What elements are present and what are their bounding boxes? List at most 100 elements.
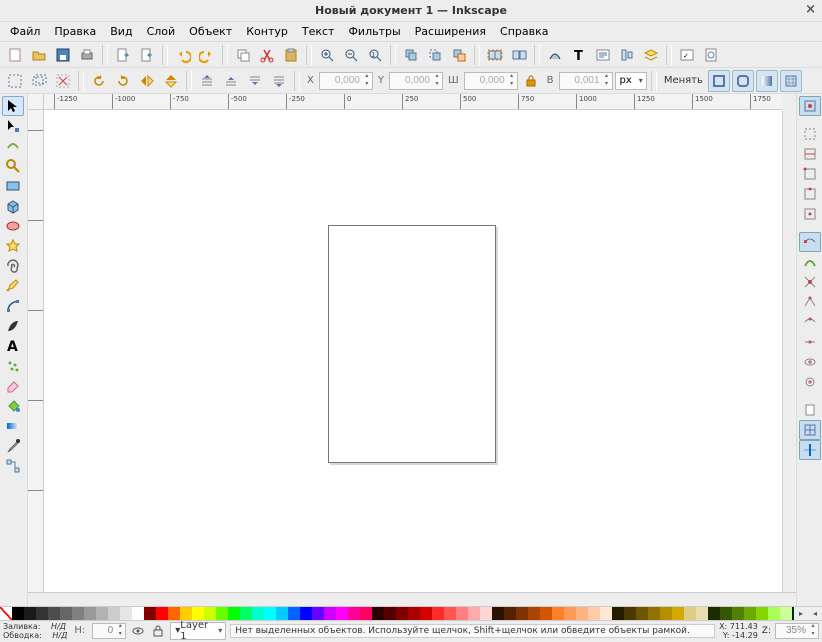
swatch[interactable] <box>684 607 696 620</box>
menu-layer[interactable]: Слой <box>141 23 182 40</box>
menu-text[interactable]: Текст <box>296 23 341 40</box>
snap-grid-button[interactable] <box>799 420 821 440</box>
ruler-horizontal[interactable]: -1250 -1000 -750 -500 -250 0 250 500 750… <box>44 94 782 110</box>
select-all-button[interactable] <box>4 70 26 92</box>
menu-path[interactable]: Контур <box>240 23 294 40</box>
swatch[interactable] <box>516 607 528 620</box>
affect-gradient-button[interactable] <box>756 70 778 92</box>
lock-aspect-button[interactable] <box>520 70 542 92</box>
swatch[interactable] <box>84 607 96 620</box>
rotate-cw-button[interactable] <box>112 70 134 92</box>
swatch-none[interactable] <box>0 607 12 620</box>
undo-button[interactable] <box>172 44 194 66</box>
ungroup-button[interactable] <box>508 44 530 66</box>
swatch[interactable] <box>528 607 540 620</box>
close-icon[interactable]: × <box>805 2 816 17</box>
swatch[interactable] <box>48 607 60 620</box>
tweak-tool[interactable] <box>2 136 24 156</box>
snap-path-button[interactable] <box>799 252 821 272</box>
select-all-layers-button[interactable] <box>28 70 50 92</box>
flip-h-button[interactable] <box>136 70 158 92</box>
swatch[interactable] <box>264 607 276 620</box>
layer-lock-icon[interactable] <box>150 623 166 639</box>
swatch[interactable] <box>756 607 768 620</box>
y-input[interactable]: ▴▾ <box>389 72 443 90</box>
swatch[interactable] <box>636 607 648 620</box>
swatch[interactable] <box>672 607 684 620</box>
export-button[interactable] <box>136 44 158 66</box>
spray-tool[interactable] <box>2 356 24 376</box>
bezier-tool[interactable] <box>2 296 24 316</box>
snap-midpoint-button[interactable] <box>799 332 821 352</box>
snap-bbox-corner-button[interactable] <box>799 164 821 184</box>
swatch[interactable] <box>480 607 492 620</box>
swatch[interactable] <box>348 607 360 620</box>
copy-button[interactable] <box>232 44 254 66</box>
deselect-button[interactable] <box>52 70 74 92</box>
swatch[interactable] <box>564 607 576 620</box>
swatch[interactable] <box>720 607 732 620</box>
swatch[interactable] <box>96 607 108 620</box>
swatch[interactable] <box>36 607 48 620</box>
swatch[interactable] <box>252 607 264 620</box>
swatch[interactable] <box>12 607 24 620</box>
dropper-tool[interactable] <box>2 436 24 456</box>
swatch[interactable] <box>180 607 192 620</box>
swatch[interactable] <box>552 607 564 620</box>
swatch[interactable] <box>216 607 228 620</box>
zoom-out-button[interactable] <box>340 44 362 66</box>
text-tool[interactable]: A <box>2 336 24 356</box>
swatch[interactable] <box>432 607 444 620</box>
snap-cusp-button[interactable] <box>799 292 821 312</box>
zoom-in-button[interactable] <box>316 44 338 66</box>
affect-corners-button[interactable] <box>732 70 754 92</box>
swatch[interactable] <box>300 607 312 620</box>
swatch[interactable] <box>504 607 516 620</box>
align-button[interactable] <box>616 44 638 66</box>
redo-button[interactable] <box>196 44 218 66</box>
fill-stroke-indicator[interactable]: Заливка: Н/Д Обводка: Н/Д <box>3 622 67 640</box>
snap-bbox-button[interactable] <box>799 124 821 144</box>
snap-bbox-midpoint-button[interactable] <box>799 184 821 204</box>
clone-button[interactable] <box>424 44 446 66</box>
snap-enable-button[interactable] <box>799 96 821 116</box>
box3d-tool[interactable] <box>2 196 24 216</box>
swatch[interactable] <box>600 607 612 620</box>
swatch[interactable] <box>120 607 132 620</box>
text-dialog-button[interactable]: T <box>568 44 590 66</box>
palette-menu-icon[interactable]: ◂ <box>808 607 822 620</box>
save-button[interactable] <box>52 44 74 66</box>
swatch[interactable] <box>276 607 288 620</box>
lower-bottom-button[interactable] <box>268 70 290 92</box>
calligraphy-tool[interactable] <box>2 316 24 336</box>
scrollbar-vertical[interactable] <box>782 110 796 592</box>
menu-extensions[interactable]: Расширения <box>409 23 492 40</box>
swatch[interactable] <box>24 607 36 620</box>
x-input[interactable]: ▴▾ <box>319 72 373 90</box>
swatch[interactable] <box>468 607 480 620</box>
lower-button[interactable] <box>244 70 266 92</box>
unit-select[interactable]: px <box>615 72 647 90</box>
snap-rotation-button[interactable] <box>799 372 821 392</box>
canvas[interactable] <box>44 110 782 592</box>
swatch[interactable] <box>108 607 120 620</box>
snap-bbox-edge-button[interactable] <box>799 144 821 164</box>
layers-button[interactable] <box>640 44 662 66</box>
affect-stroke-button[interactable] <box>708 70 730 92</box>
menu-view[interactable]: Вид <box>104 23 138 40</box>
eraser-tool[interactable] <box>2 376 24 396</box>
scrollbar-horizontal[interactable] <box>44 592 782 606</box>
prefs-button[interactable]: ✓ <box>676 44 698 66</box>
spiral-tool[interactable] <box>2 256 24 276</box>
swatch[interactable] <box>540 607 552 620</box>
menu-file[interactable]: Файл <box>4 23 46 40</box>
affect-pattern-button[interactable] <box>780 70 802 92</box>
h-input[interactable]: ▴▾ <box>559 72 613 90</box>
raise-top-button[interactable] <box>196 70 218 92</box>
layer-select[interactable]: ▾Layer 1 <box>170 622 226 640</box>
import-button[interactable] <box>112 44 134 66</box>
swatch[interactable] <box>132 607 144 620</box>
swatch[interactable] <box>168 607 180 620</box>
swatch[interactable] <box>144 607 156 620</box>
raise-button[interactable] <box>220 70 242 92</box>
